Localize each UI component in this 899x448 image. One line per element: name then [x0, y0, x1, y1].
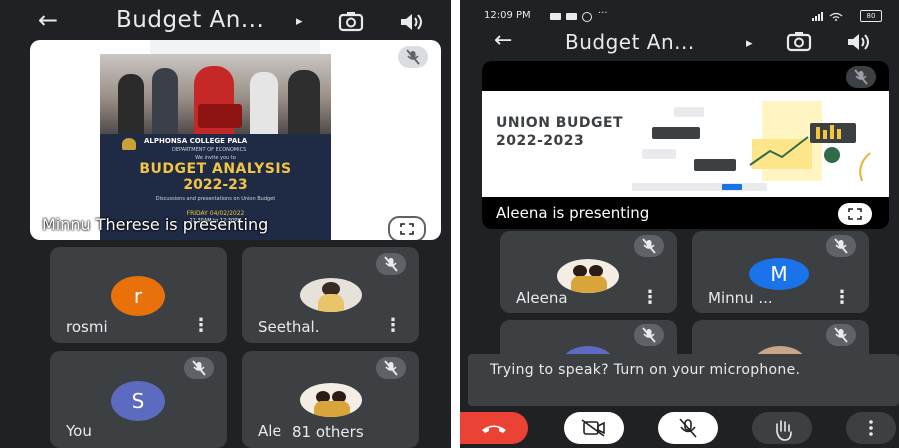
participant-tile-you[interactable]: S You: [50, 351, 227, 448]
more-options-button[interactable]: [846, 412, 896, 444]
muted-mic-icon: [376, 357, 406, 379]
fullscreen-icon[interactable]: [838, 203, 872, 225]
avatar: M: [749, 258, 809, 290]
battery-indicator: 80: [860, 10, 882, 22]
message-icon: [550, 13, 561, 20]
college-crest-icon: [122, 138, 136, 150]
participant-name: Seethal.: [258, 318, 320, 336]
avatar-photo: [300, 383, 362, 417]
avatar-photo: [557, 259, 619, 293]
top-app-bar: ← Budget An... ▸: [0, 0, 451, 42]
more-options-icon[interactable]: ⋮: [384, 317, 402, 335]
poster-subtitle: Discussions and presentations on Union B…: [155, 196, 276, 202]
participant-name: You: [66, 422, 92, 440]
top-app-bar: ← Budget An... ▸: [460, 24, 899, 66]
camera-toggle-button[interactable]: [564, 412, 624, 444]
muted-mic-icon: [826, 235, 856, 257]
more-options-icon[interactable]: ⋮: [192, 317, 210, 335]
presentation-card[interactable]: ALPHONSA COLLEGE PALA DEPARTMENT OF ECON…: [30, 40, 441, 240]
participant-tile-rosmi[interactable]: r rosmi ⋮: [50, 247, 227, 343]
back-arrow-icon[interactable]: ←: [494, 28, 512, 53]
more-options-icon[interactable]: ⋮: [833, 289, 851, 307]
presenting-label: Aleena is presenting: [496, 204, 650, 222]
participant-tile-minnu[interactable]: M Minnu ... ⋮: [692, 231, 869, 313]
muted-mic-icon: [634, 235, 664, 257]
fullscreen-icon[interactable]: [388, 216, 426, 240]
others-count-chip[interactable]: 81 others: [280, 420, 376, 444]
whatsapp-icon: [582, 12, 592, 22]
avatar: S: [111, 381, 165, 421]
status-time: 12:09 PM: [484, 10, 531, 21]
poster-department: DEPARTMENT OF ECONOMICS: [172, 147, 247, 153]
muted-mic-icon: [634, 324, 664, 346]
status-bar: 12:09 PM ··· 80: [460, 0, 899, 24]
end-call-button[interactable]: [460, 412, 528, 444]
caret-right-icon[interactable]: ▸: [296, 14, 303, 29]
participant-name: Aleena: [516, 289, 568, 307]
presenting-label: Minnu Therese is presenting: [42, 215, 269, 234]
gallery-icon: [566, 13, 577, 20]
camera-off-icon: [581, 419, 605, 437]
mic-toggle-button[interactable]: [658, 412, 718, 444]
poster-photo: [100, 54, 331, 134]
meeting-title[interactable]: Budget An...: [565, 30, 695, 54]
mic-toast: Trying to speak? Turn on your microphone…: [468, 354, 899, 406]
participant-tile-seethal[interactable]: Seethal. ⋮: [242, 247, 419, 343]
speaker-icon[interactable]: [398, 9, 424, 35]
more-vert-icon: [869, 420, 873, 436]
switch-camera-icon[interactable]: [338, 9, 364, 35]
avatar-photo: [300, 278, 362, 312]
muted-mic-icon: [376, 253, 406, 275]
poster-heading-line2: 2022-23: [183, 177, 248, 193]
muted-mic-icon: [826, 324, 856, 346]
switch-camera-icon[interactable]: [786, 29, 812, 55]
poster-heading-line1: BUDGET ANALYSIS: [139, 161, 292, 177]
right-phone-screen: 12:09 PM ··· 80 ← Budget An... ▸ UNION B…: [460, 0, 899, 448]
muted-mic-icon: [398, 46, 428, 68]
speaker-icon[interactable]: [845, 29, 871, 55]
raise-hand-button[interactable]: [752, 412, 812, 444]
participant-name: rosmi: [66, 318, 108, 336]
participant-name: Minnu ...: [708, 289, 773, 307]
left-phone-screen: ← Budget An... ▸ ALPHONSA COLLEGE PALA D…: [0, 0, 451, 448]
hand-icon: [776, 420, 792, 441]
poster-college: ALPHONSA COLLEGE PALA: [144, 137, 248, 145]
muted-mic-icon: [846, 66, 876, 88]
slide-illustration: [632, 101, 871, 191]
participant-name: Ale: [258, 422, 282, 440]
muted-mic-icon: [184, 357, 214, 379]
signal-wifi-icon: [812, 12, 843, 21]
caret-right-icon[interactable]: ▸: [746, 36, 753, 51]
presentation-card[interactable]: UNION BUDGET 2022-2023 Aleena is present…: [482, 61, 889, 229]
more-options-icon[interactable]: ⋮: [641, 289, 659, 307]
slide-title-line2: 2022-2023: [496, 133, 585, 149]
slide-title-line1: UNION BUDGET: [496, 115, 624, 131]
status-dots: ···: [598, 8, 608, 19]
call-controls-bar: [460, 406, 899, 448]
slide-content: UNION BUDGET 2022-2023: [482, 91, 889, 197]
mic-off-icon: [679, 418, 697, 438]
avatar: r: [111, 276, 165, 316]
slide-toolbar: [150, 40, 320, 54]
participant-tile-aleena[interactable]: Aleena ⋮: [500, 231, 677, 313]
toast-message: Trying to speak? Turn on your microphone…: [490, 362, 801, 378]
back-arrow-icon[interactable]: ←: [38, 6, 58, 34]
meeting-title[interactable]: Budget An...: [116, 7, 264, 33]
